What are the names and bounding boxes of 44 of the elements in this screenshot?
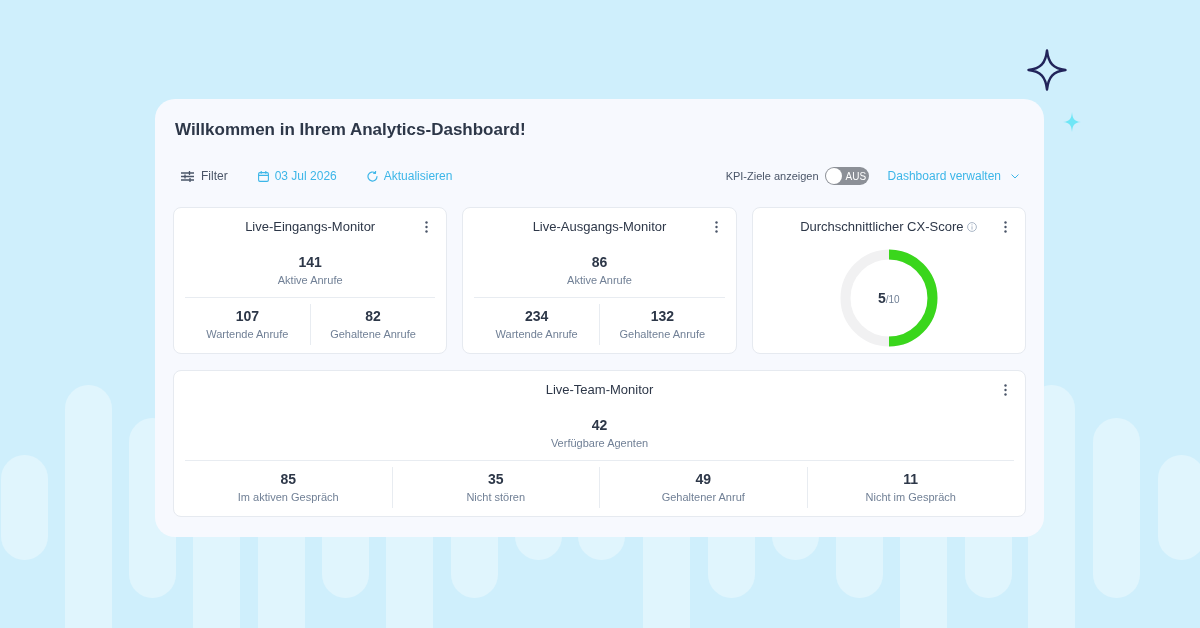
stat-value: 49: [695, 470, 712, 488]
stat-value: 132: [650, 307, 674, 325]
stat-value: 234: [525, 307, 549, 325]
kpi-toggle-label: KPI-Ziele anzeigen: [725, 170, 819, 182]
more-menu-icon[interactable]: [1004, 384, 1007, 396]
widget-title: Live-Team-Monitor: [545, 382, 654, 398]
metric-value: 42: [591, 416, 608, 434]
more-menu-icon[interactable]: [714, 221, 718, 233]
sparkle-icon: [1063, 112, 1081, 132]
stat-label: Gehaltener Anruf: [661, 490, 745, 504]
manage-dashboard-dropdown[interactable]: Dashboard verwalten: [887, 169, 1019, 183]
calendar-icon: [257, 170, 269, 182]
stat-value: 35: [487, 470, 504, 488]
metric-value: 141: [298, 253, 322, 271]
stat-label: Im aktiven Gespräch: [237, 490, 339, 504]
more-menu-icon[interactable]: [1004, 221, 1007, 233]
score-value: 5/10: [877, 289, 900, 307]
stat-label: Gehaltene Anrufe: [619, 327, 706, 341]
widget-title: Durchschnittlicher CX-Score: [800, 219, 964, 235]
filter-button[interactable]: Filter: [181, 168, 228, 184]
widget-title: Live-Ausgangs-Monitor: [532, 219, 667, 235]
widget-title: Live-Eingangs-Monitor: [245, 219, 376, 235]
sliders-icon: [181, 170, 194, 182]
stat-value: 82: [365, 307, 381, 325]
stat-label: Nicht stören: [466, 490, 526, 504]
chevron-down-icon: [1011, 173, 1019, 179]
refresh-icon: [366, 170, 378, 182]
stat-value: 85: [280, 470, 297, 488]
stat-value: 11: [903, 470, 919, 488]
stat-value: 107: [235, 307, 259, 325]
dashboard-title: Willkommen in Ihrem Analytics-Dashboard!: [175, 119, 526, 141]
stat-label: Wartende Anrufe: [206, 327, 289, 341]
kpi-toggle-switch[interactable]: AUS: [824, 167, 869, 185]
sparkle-icon: [1027, 49, 1067, 91]
date-picker-button[interactable]: 03 Jul 2026: [257, 168, 337, 184]
metric-label: Verfügbare Agenten: [550, 436, 649, 450]
more-menu-icon[interactable]: [425, 221, 429, 233]
stat-label: Wartende Anrufe: [495, 327, 578, 341]
stat-label: Nicht im Gespräch: [865, 490, 956, 504]
metric-label: Aktive Anrufe: [567, 273, 632, 287]
metric-value: 86: [591, 253, 608, 271]
stat-label: Gehaltene Anrufe: [330, 327, 416, 341]
refresh-button[interactable]: Aktualisieren: [366, 168, 453, 184]
metric-label: Aktive Anrufe: [277, 273, 343, 287]
